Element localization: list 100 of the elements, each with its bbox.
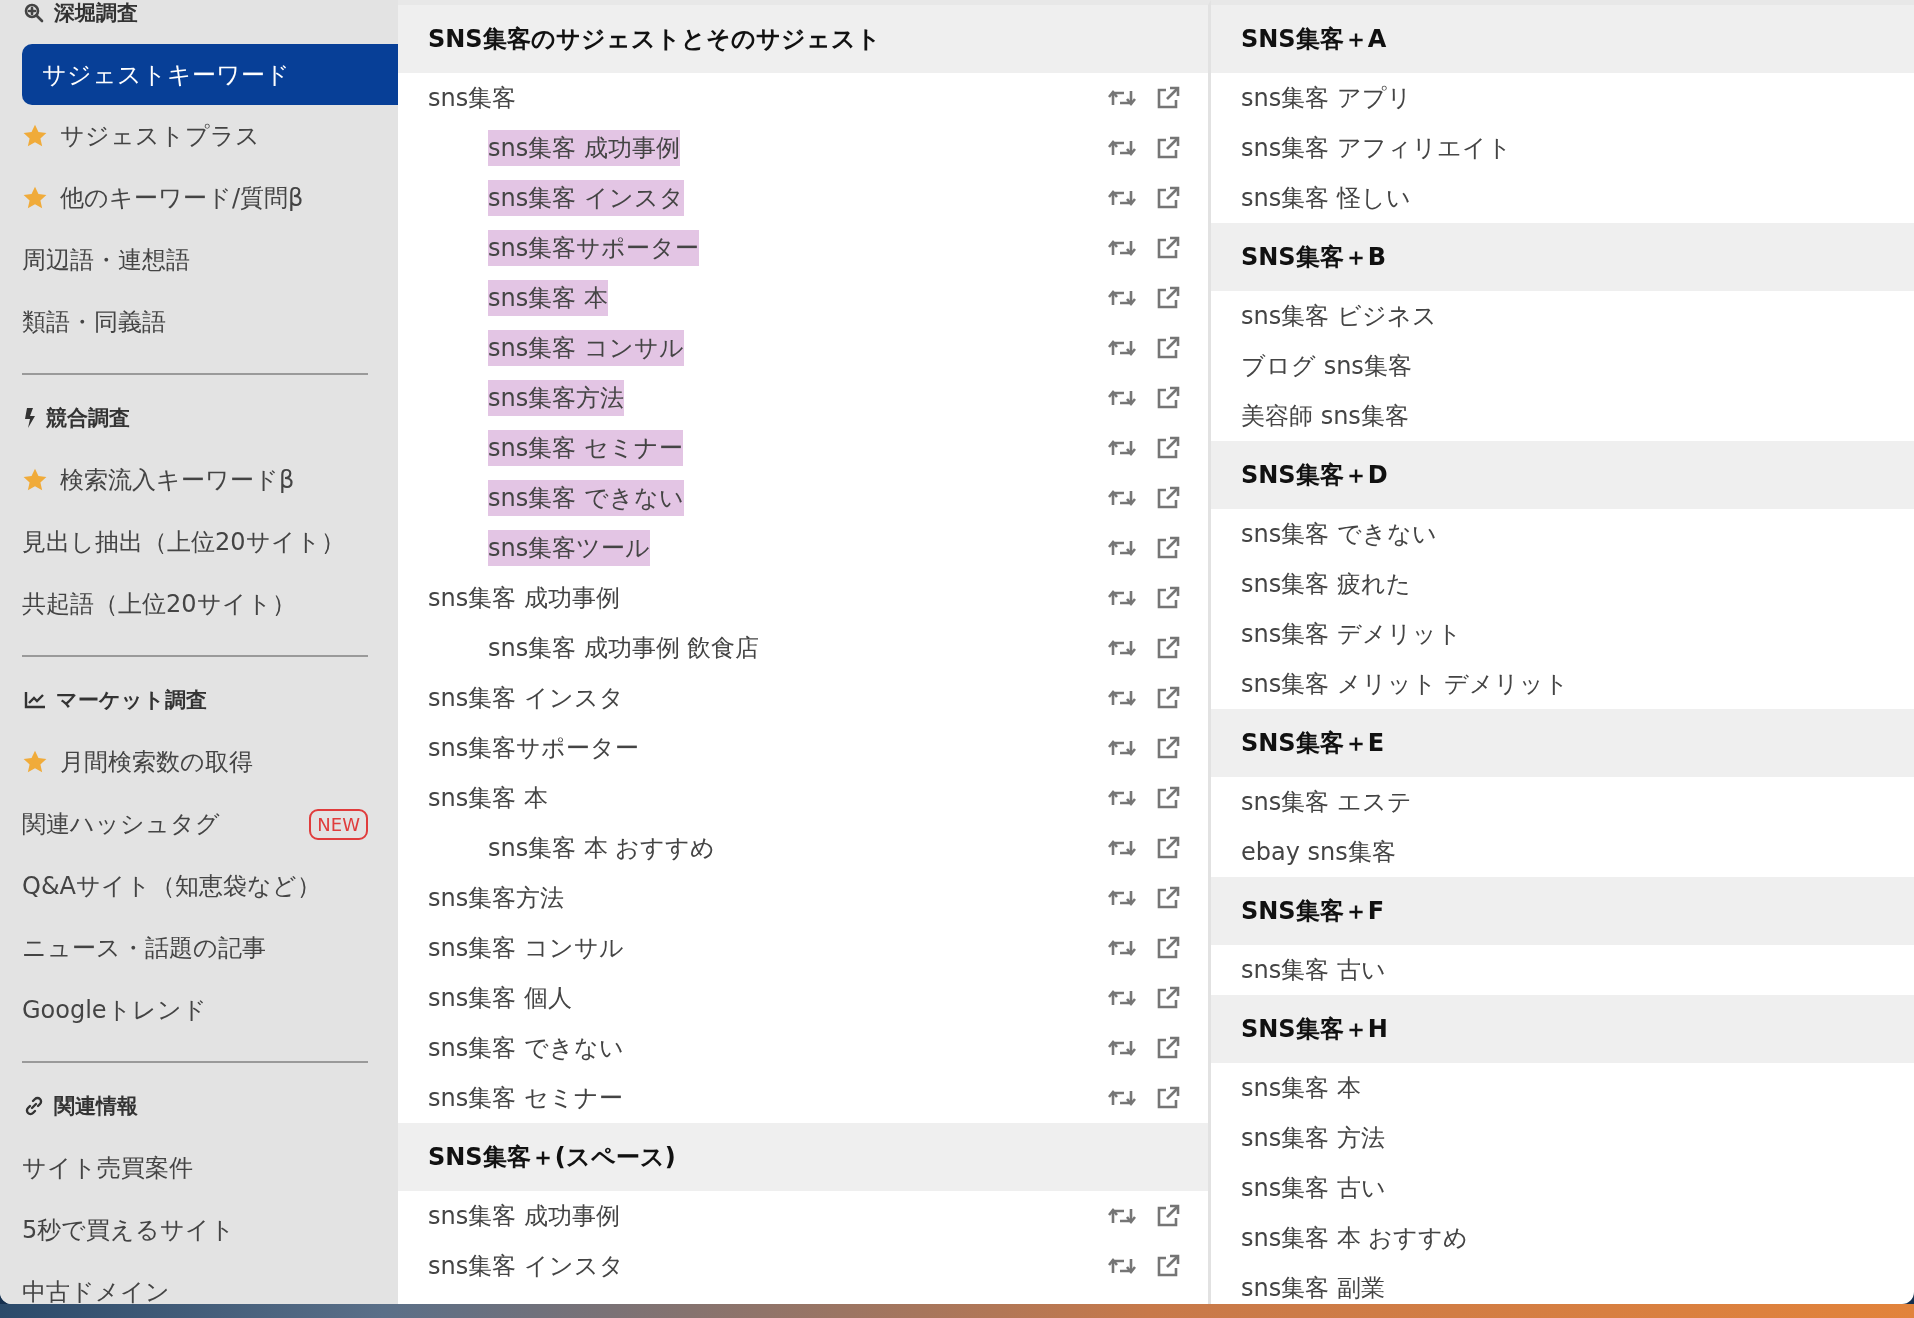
external-link-icon[interactable] <box>1156 936 1180 960</box>
keyword-text[interactable]: sns集客 副業 <box>1241 1270 1385 1304</box>
keyword-text[interactable]: sns集客ツール <box>488 530 651 566</box>
keyword-text[interactable]: ebay sns集客 <box>1241 834 1396 870</box>
keyword-text[interactable]: sns集客 アフィリエイト <box>1241 130 1512 166</box>
sidebar-item[interactable]: 類語・同義語 <box>22 291 398 353</box>
sidebar-item[interactable]: 月間検索数の取得 <box>22 731 398 793</box>
keyword-text[interactable]: sns集客 本 おすすめ <box>488 830 716 866</box>
external-link-icon[interactable] <box>1156 586 1180 610</box>
repeat-icon[interactable] <box>1108 788 1136 808</box>
external-link-icon[interactable] <box>1156 486 1180 510</box>
repeat-icon[interactable] <box>1108 938 1136 958</box>
external-link-icon[interactable] <box>1156 736 1180 760</box>
external-link-icon[interactable] <box>1156 186 1180 210</box>
repeat-icon[interactable] <box>1108 1256 1136 1276</box>
external-link-icon[interactable] <box>1156 686 1180 710</box>
repeat-icon[interactable] <box>1108 1088 1136 1108</box>
external-link-icon[interactable] <box>1156 136 1180 160</box>
external-link-icon[interactable] <box>1156 336 1180 360</box>
external-link-icon[interactable] <box>1156 636 1180 660</box>
sidebar-item[interactable]: ニュース・話題の記事 <box>22 917 398 979</box>
sidebar-item[interactable]: 見出し抽出（上位20サイト） <box>22 511 398 573</box>
keyword-text[interactable]: 美容師 sns集客 <box>1241 398 1409 434</box>
keyword-text[interactable]: sns集客 コンサル <box>488 330 684 366</box>
repeat-icon[interactable] <box>1108 838 1136 858</box>
keyword-text[interactable]: sns集客 ビジネス <box>1241 298 1437 334</box>
external-link-icon[interactable] <box>1156 286 1180 310</box>
keyword-text[interactable]: sns集客 デメリット <box>1241 616 1462 652</box>
sidebar-item[interactable]: 検索流入キーワードβ <box>22 449 398 511</box>
keyword-text[interactable]: sns集客 <box>428 80 517 116</box>
sidebar-item[interactable]: 中古ドメイン <box>22 1261 398 1304</box>
repeat-icon[interactable] <box>1108 1206 1136 1226</box>
keyword-text[interactable]: sns集客 本 おすすめ <box>1241 1220 1469 1256</box>
keyword-text[interactable]: sns集客 本 <box>488 280 608 316</box>
keyword-text[interactable]: sns集客 インスタ <box>428 1248 624 1284</box>
repeat-icon[interactable] <box>1108 1038 1136 1058</box>
keyword-text[interactable]: sns集客 インスタ <box>428 680 624 716</box>
keyword-text[interactable]: sns集客サポーター <box>428 730 640 766</box>
external-link-icon[interactable] <box>1156 786 1180 810</box>
repeat-icon[interactable] <box>1108 388 1136 408</box>
sidebar-item[interactable]: Googleトレンド <box>22 979 398 1041</box>
sidebar-item[interactable]: サイト売買案件 <box>22 1137 398 1199</box>
repeat-icon[interactable] <box>1108 338 1136 358</box>
keyword-text[interactable]: sns集客 セミナー <box>488 430 683 466</box>
sidebar-item[interactable]: 周辺語・連想語 <box>22 229 398 291</box>
keyword-text[interactable]: ブログ sns集客 <box>1241 348 1412 384</box>
external-link-icon[interactable] <box>1156 386 1180 410</box>
external-link-icon[interactable] <box>1156 236 1180 260</box>
keyword-text[interactable]: sns集客 メリット デメリット <box>1241 666 1570 702</box>
repeat-icon[interactable] <box>1108 988 1136 1008</box>
keyword-text[interactable]: sns集客サポーター <box>488 230 700 266</box>
keyword-text[interactable]: sns集客 成功事例 <box>488 130 680 166</box>
keyword-text[interactable]: sns集客 古い <box>1241 952 1386 988</box>
repeat-icon[interactable] <box>1108 638 1136 658</box>
sidebar-item[interactable]: 5秒で買えるサイト <box>22 1199 398 1261</box>
external-link-icon[interactable] <box>1156 436 1180 460</box>
keyword-text[interactable]: sns集客 セミナー <box>428 1080 623 1116</box>
keyword-text[interactable]: sns集客 成功事例 <box>428 1198 620 1234</box>
keyword-text[interactable]: sns集客 できない <box>428 1030 624 1066</box>
keyword-text[interactable]: sns集客 古い <box>1241 1170 1386 1206</box>
external-link-icon[interactable] <box>1156 886 1180 910</box>
repeat-icon[interactable] <box>1108 88 1136 108</box>
external-link-icon[interactable] <box>1156 1036 1180 1060</box>
sidebar-item[interactable]: 関連ハッシュタグ NEW <box>22 793 398 855</box>
keyword-text[interactable]: sns集客 疲れた <box>1241 566 1411 602</box>
repeat-icon[interactable] <box>1108 438 1136 458</box>
keyword-text[interactable]: sns集客方法 <box>488 380 625 416</box>
repeat-icon[interactable] <box>1108 138 1136 158</box>
repeat-icon[interactable] <box>1108 888 1136 908</box>
repeat-icon[interactable] <box>1108 738 1136 758</box>
keyword-text[interactable]: sns集客 成功事例 飲食店 <box>488 630 760 666</box>
repeat-icon[interactable] <box>1108 488 1136 508</box>
repeat-icon[interactable] <box>1108 188 1136 208</box>
keyword-text[interactable]: sns集客 成功事例 <box>428 580 620 616</box>
external-link-icon[interactable] <box>1156 536 1180 560</box>
external-link-icon[interactable] <box>1156 836 1180 860</box>
keyword-text[interactable]: sns集客 本 <box>428 780 548 816</box>
external-link-icon[interactable] <box>1156 986 1180 1010</box>
keyword-text[interactable]: sns集客 インスタ <box>488 180 684 216</box>
keyword-text[interactable]: sns集客 アプリ <box>1241 80 1412 116</box>
keyword-text[interactable]: sns集客方法 <box>428 880 565 916</box>
repeat-icon[interactable] <box>1108 288 1136 308</box>
sidebar-item[interactable]: 共起語（上位20サイト） <box>22 573 398 635</box>
external-link-icon[interactable] <box>1156 86 1180 110</box>
repeat-icon[interactable] <box>1108 238 1136 258</box>
repeat-icon[interactable] <box>1108 688 1136 708</box>
keyword-text[interactable]: sns集客 怪しい <box>1241 180 1411 216</box>
external-link-icon[interactable] <box>1156 1086 1180 1110</box>
sidebar-item[interactable]: 他のキーワード/質問β <box>22 167 398 229</box>
repeat-icon[interactable] <box>1108 588 1136 608</box>
keyword-text[interactable]: sns集客 エステ <box>1241 784 1412 820</box>
keyword-text[interactable]: sns集客 方法 <box>1241 1120 1385 1156</box>
sidebar-item[interactable]: Q&Aサイト（知恵袋など） <box>22 855 398 917</box>
keyword-text[interactable]: sns集客 本 <box>1241 1070 1361 1106</box>
external-link-icon[interactable] <box>1156 1254 1180 1278</box>
sidebar-item[interactable]: サジェストプラス <box>22 105 398 167</box>
sidebar-item[interactable]: サジェストキーワード <box>22 44 398 105</box>
repeat-icon[interactable] <box>1108 538 1136 558</box>
keyword-text[interactable]: sns集客 できない <box>1241 516 1437 552</box>
keyword-text[interactable]: sns集客 個人 <box>428 980 572 1016</box>
